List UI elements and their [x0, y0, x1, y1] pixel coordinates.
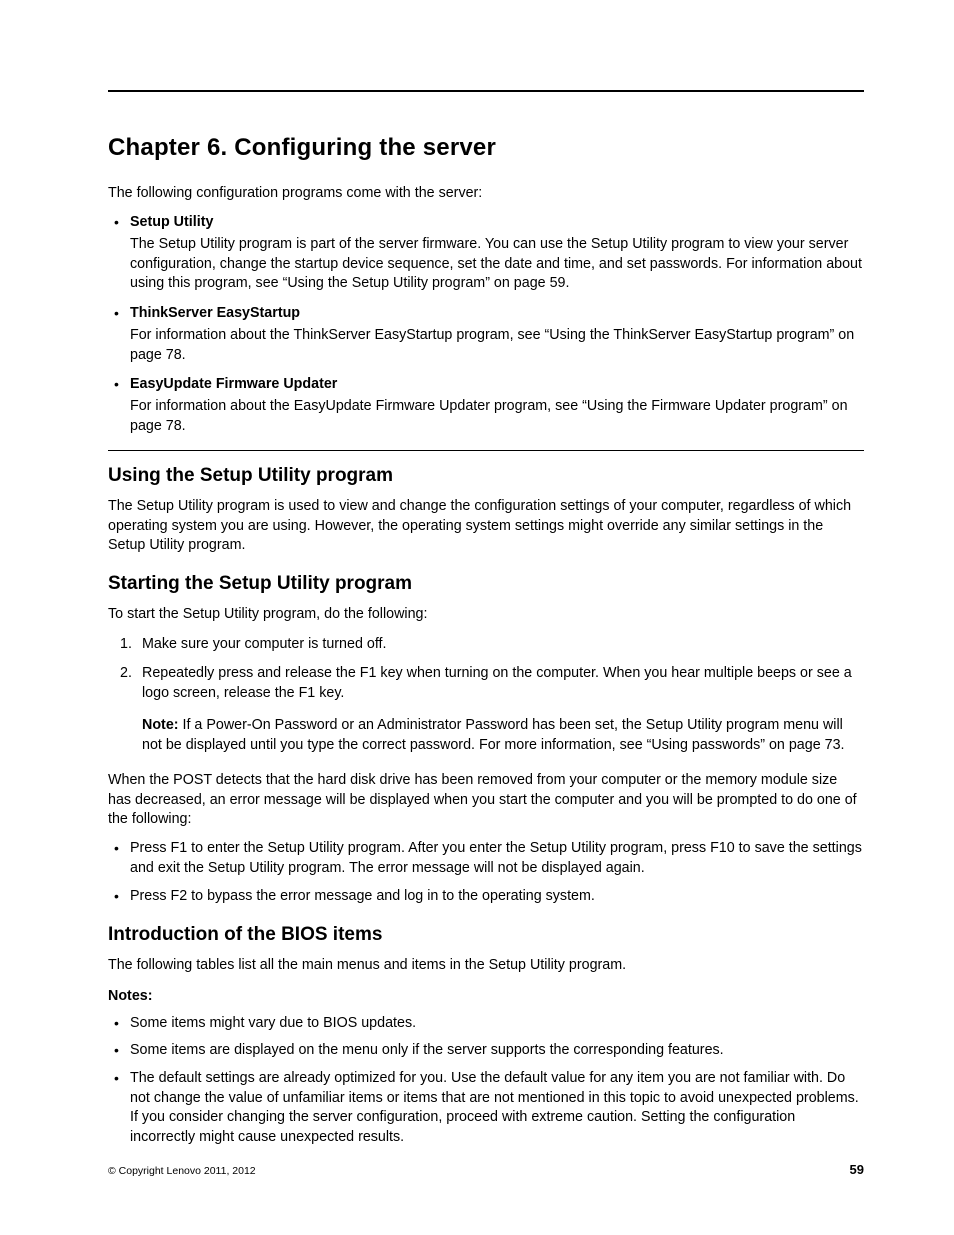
chapter-title: Chapter 6. Configuring the server [108, 134, 864, 162]
page-number: 59 [850, 1162, 864, 1177]
post-paragraph: When the POST detects that the hard disk… [108, 771, 864, 829]
copyright: © Copyright Lenovo 2011, 2012 [108, 1165, 256, 1177]
step: Repeatedly press and release the F1 key … [108, 664, 864, 703]
item-head: EasyUpdate Firmware Updater [130, 375, 864, 395]
program-list: Setup Utility The Setup Utility program … [108, 213, 864, 436]
step: Make sure your computer is turned off. [108, 635, 864, 655]
item-head: Setup Utility [130, 213, 864, 233]
notes-label: Notes: [108, 988, 864, 1004]
list-item: The default settings are already optimiz… [108, 1069, 864, 1148]
page-footer: © Copyright Lenovo 2011, 2012 59 [108, 1162, 864, 1177]
list-item: ThinkServer EasyStartup For information … [108, 304, 864, 365]
notes-list: Some items might vary due to BIOS update… [108, 1014, 864, 1148]
list-item: EasyUpdate Firmware Updater For informat… [108, 375, 864, 436]
item-body: For information about the ThinkServer Ea… [130, 327, 854, 363]
section-heading-bios: Introduction of the BIOS items [108, 924, 864, 946]
steps-list: Make sure your computer is turned off. R… [108, 635, 864, 704]
chapter-intro: The following configuration programs com… [108, 184, 864, 203]
document-page: Chapter 6. Configuring the server The fo… [0, 0, 954, 1235]
note-block: Note: If a Power-On Password or an Admin… [108, 716, 864, 755]
list-item: Press F1 to enter the Setup Utility prog… [108, 839, 864, 878]
section-starting-intro: To start the Setup Utility program, do t… [108, 605, 864, 624]
note-label: Note: [142, 717, 179, 733]
item-body: The Setup Utility program is part of the… [130, 236, 862, 291]
item-body: For information about the EasyUpdate Fir… [130, 398, 848, 434]
list-item: Some items are displayed on the menu onl… [108, 1041, 864, 1061]
note-body: If a Power-On Password or an Administrat… [142, 717, 845, 753]
section-bios-intro: The following tables list all the main m… [108, 956, 864, 975]
section-using-body: The Setup Utility program is used to vie… [108, 497, 864, 555]
post-bullets: Press F1 to enter the Setup Utility prog… [108, 839, 864, 906]
list-item: Press F2 to bypass the error message and… [108, 887, 864, 907]
section-heading-using: Using the Setup Utility program [108, 465, 864, 487]
list-item: Setup Utility The Setup Utility program … [108, 213, 864, 294]
item-head: ThinkServer EasyStartup [130, 304, 864, 324]
section-rule [108, 450, 864, 451]
section-heading-starting: Starting the Setup Utility program [108, 573, 864, 595]
list-item: Some items might vary due to BIOS update… [108, 1014, 864, 1034]
top-rule [108, 90, 864, 92]
